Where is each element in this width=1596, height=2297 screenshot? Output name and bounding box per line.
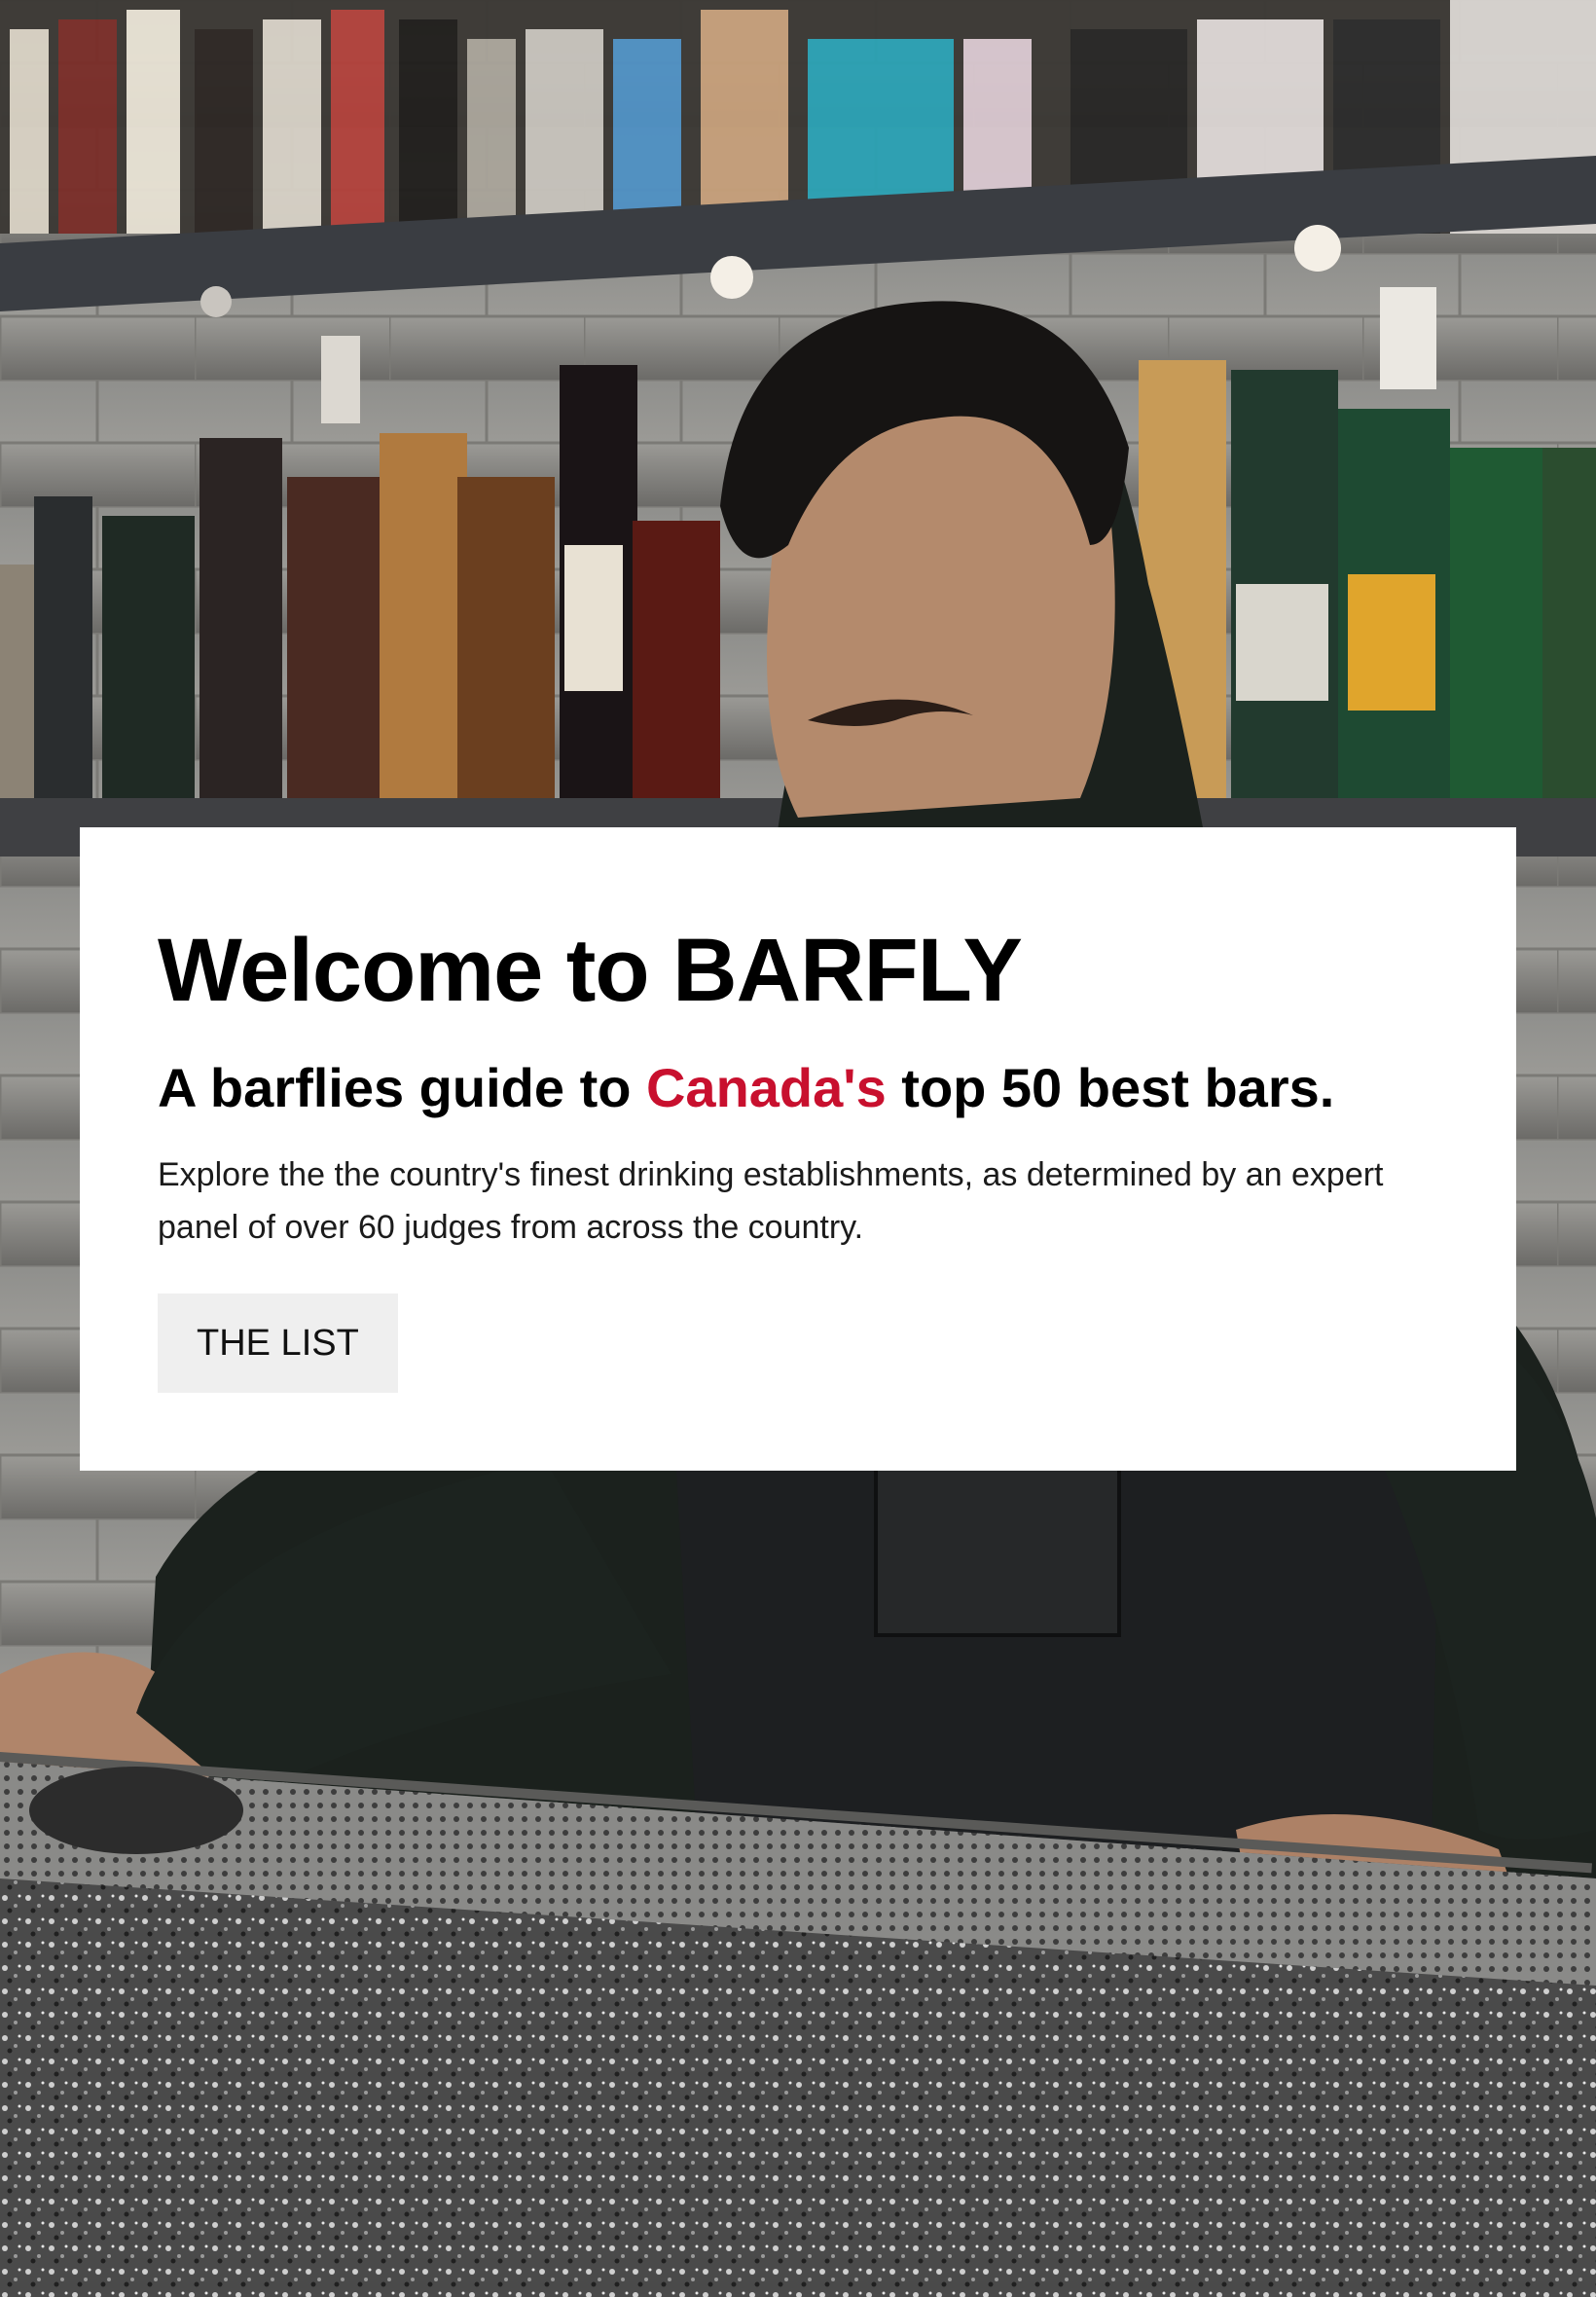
welcome-title: Welcome to BARFLY	[158, 921, 1023, 1020]
welcome-description: Explore the the country's finest drinkin…	[158, 1155, 1384, 1247]
welcome-card: Welcome to BARFLY A barflies guide to Ca…	[80, 827, 1516, 1471]
subtitle-accent-country: Canada's	[645, 1056, 887, 1118]
welcome-subtitle: A barflies guide to Canada's top 50 best…	[158, 1057, 1438, 1119]
subtitle-prefix: A barflies guide to	[158, 1056, 646, 1118]
the-list-button[interactable]: THE LIST	[158, 1293, 398, 1393]
subtitle-suffix: top 50 best bars.	[886, 1056, 1335, 1118]
page: Welcome to BARFLY A barflies guide to Ca…	[0, 0, 1596, 2297]
